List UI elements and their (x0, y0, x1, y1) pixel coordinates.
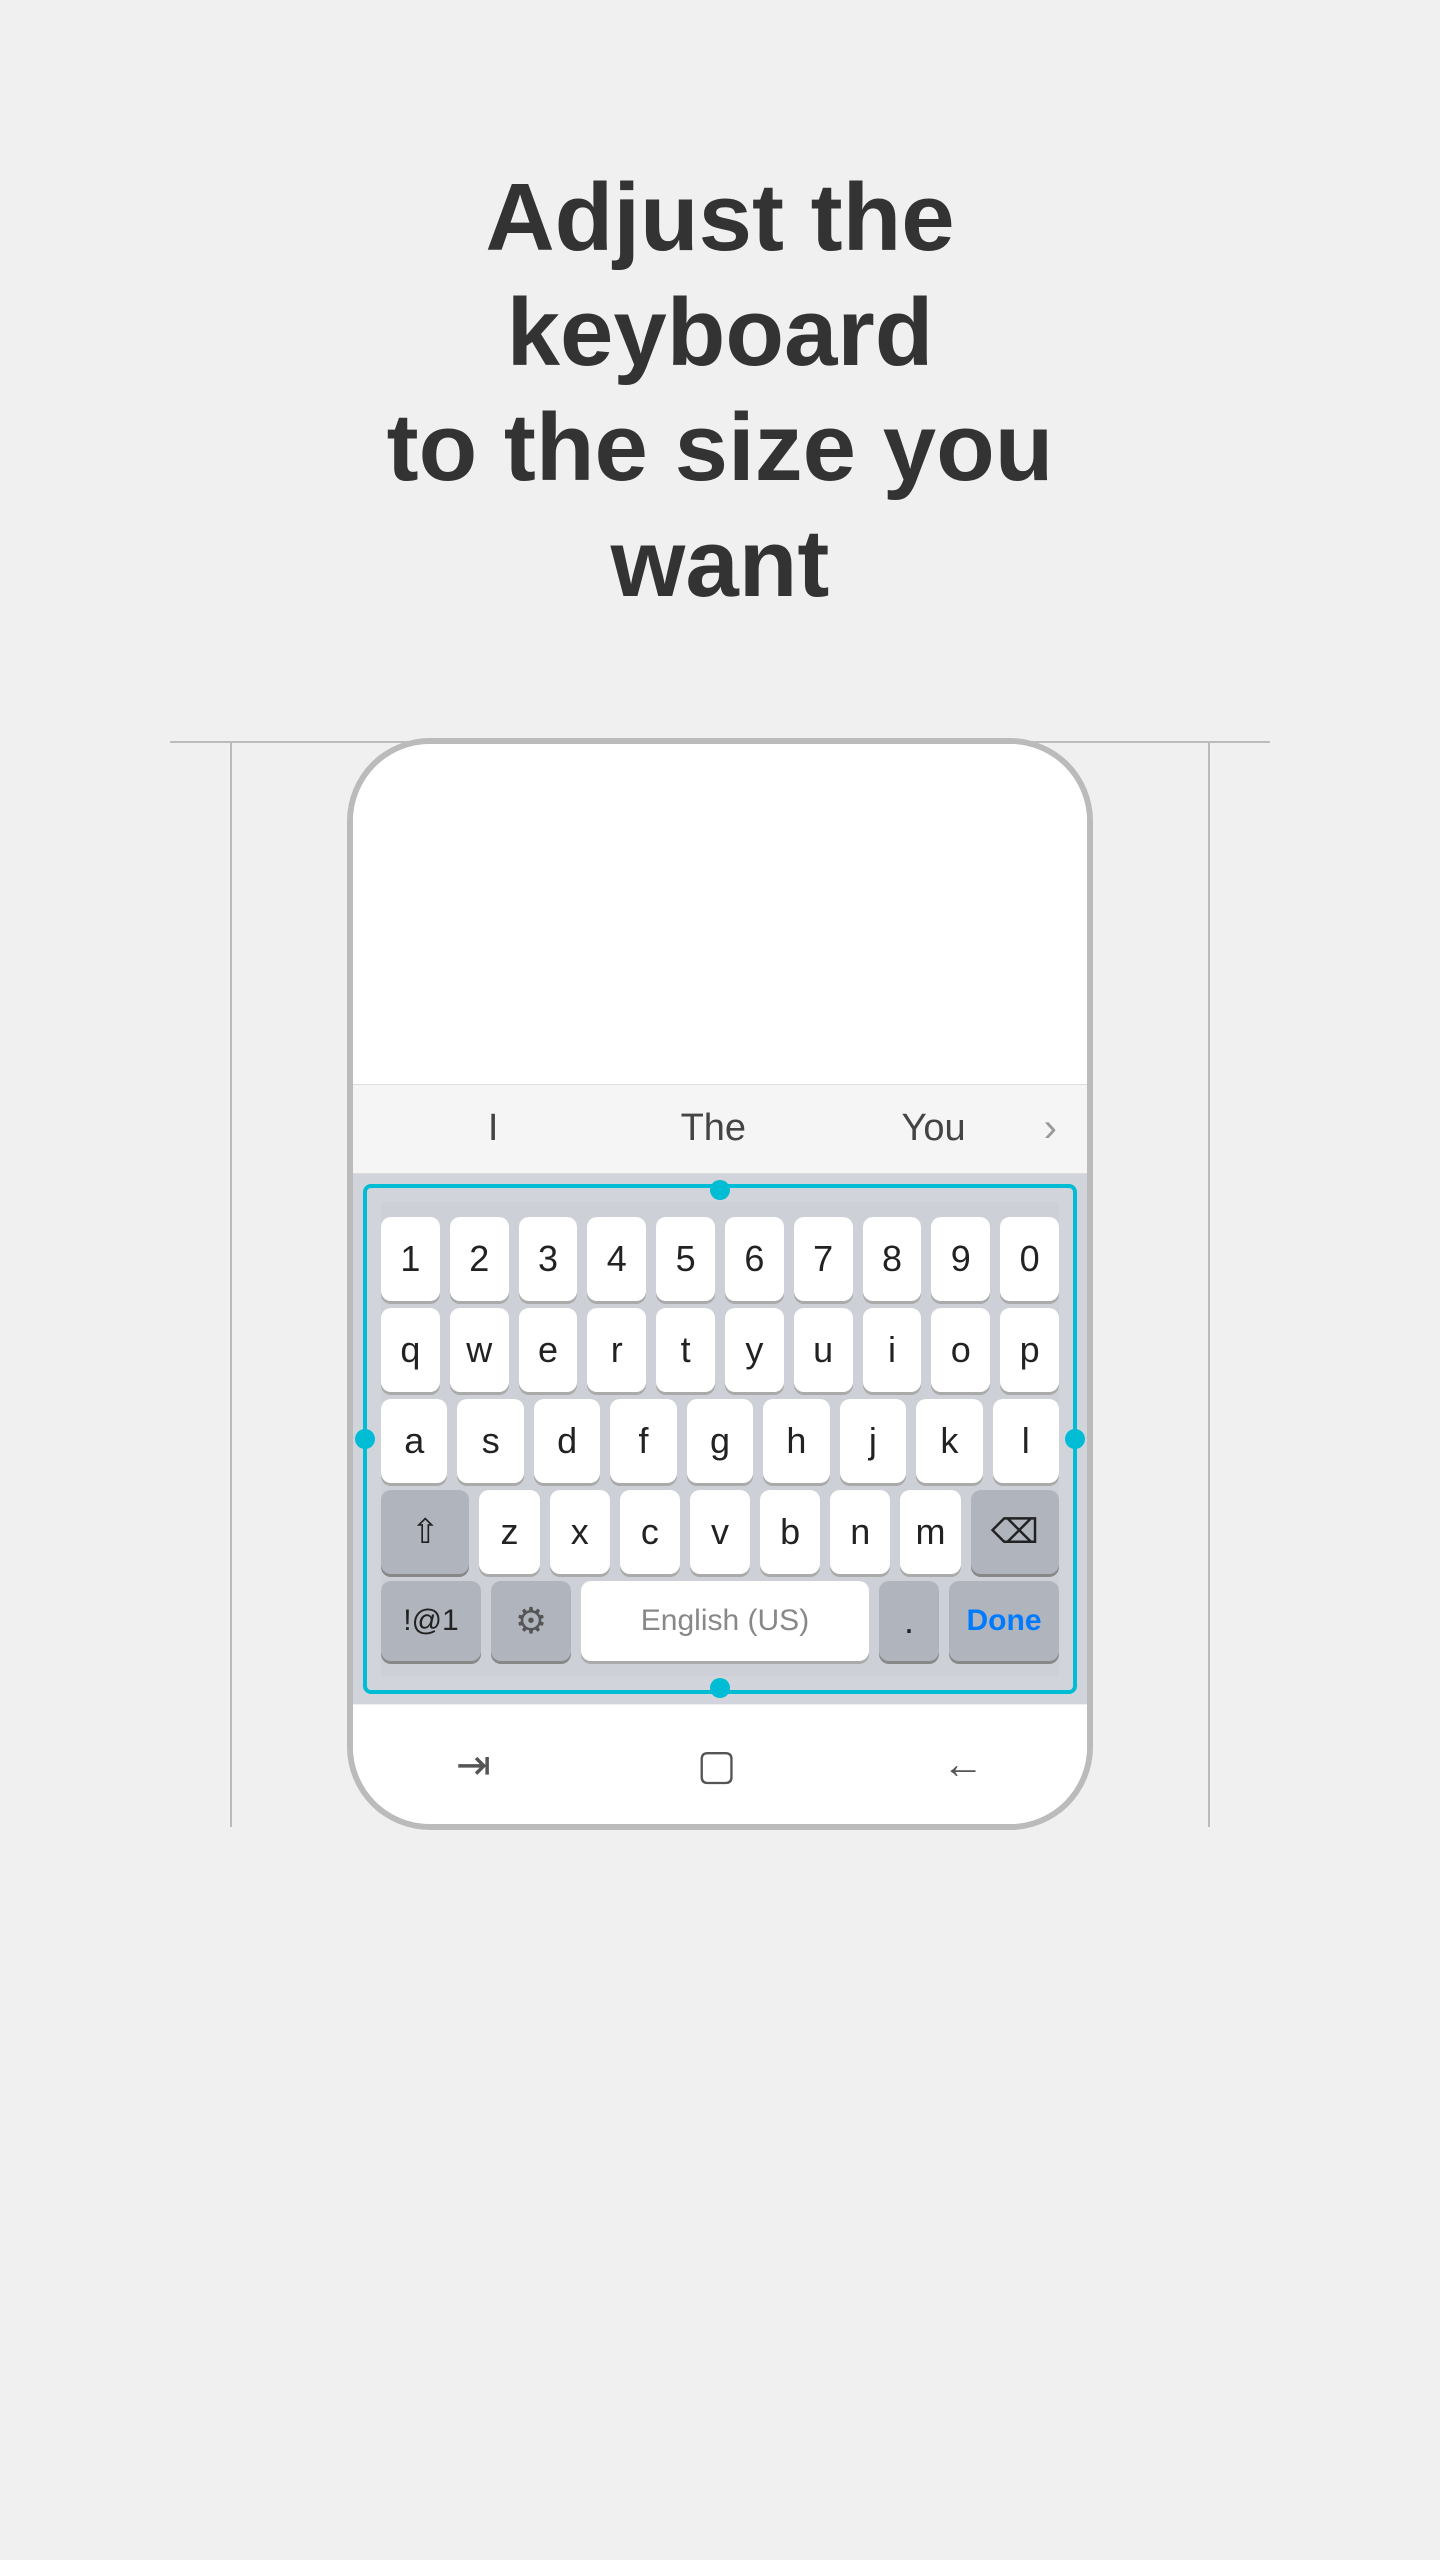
title-line2: to the size you want (387, 394, 1054, 616)
right-guide-line (1208, 741, 1210, 1827)
key-i[interactable]: i (863, 1308, 922, 1392)
back-button[interactable]: ← (942, 1740, 984, 1788)
autocomplete-item-3[interactable]: You (823, 1107, 1043, 1150)
phone-container: I The You › 1 2 3 4 (170, 741, 1270, 1827)
resize-handle-bottom[interactable] (710, 1678, 730, 1698)
key-h[interactable]: h (763, 1399, 829, 1483)
key-0[interactable]: 0 (1000, 1217, 1059, 1301)
left-guide-line (230, 741, 232, 1827)
key-e[interactable]: e (519, 1308, 578, 1392)
key-q[interactable]: q (381, 1308, 440, 1392)
key-s[interactable]: s (457, 1399, 523, 1483)
keyboard-wrapper: 1 2 3 4 5 6 7 8 9 0 q w (353, 1174, 1087, 1704)
key-8[interactable]: 8 (863, 1217, 922, 1301)
keyboard-row-numbers: 1 2 3 4 5 6 7 8 9 0 (381, 1217, 1059, 1301)
title-section: Adjust the keyboard to the size you want (270, 160, 1170, 621)
key-c[interactable]: c (620, 1490, 680, 1574)
keyboard-row-q: q w e r t y u i o p (381, 1308, 1059, 1392)
shift-key[interactable]: ⇧ (381, 1490, 469, 1574)
phone-screen-top (353, 744, 1087, 1084)
key-o[interactable]: o (931, 1308, 990, 1392)
key-3[interactable]: 3 (519, 1217, 578, 1301)
key-v[interactable]: v (690, 1490, 750, 1574)
key-r[interactable]: r (587, 1308, 646, 1392)
symbols-key[interactable]: !@1 (381, 1581, 481, 1661)
page-title: Adjust the keyboard to the size you want (270, 160, 1170, 621)
key-2[interactable]: 2 (450, 1217, 509, 1301)
phone-mockup: I The You › 1 2 3 4 (350, 741, 1090, 1827)
key-j[interactable]: j (840, 1399, 906, 1483)
key-k[interactable]: k (916, 1399, 982, 1483)
resize-handle-right[interactable] (1065, 1429, 1085, 1449)
key-t[interactable]: t (656, 1308, 715, 1392)
space-key[interactable]: English (US) (581, 1581, 869, 1661)
delete-key[interactable]: ⌫ (971, 1490, 1059, 1574)
keyboard-row-a: a s d f g h j k l (381, 1399, 1059, 1483)
done-key[interactable]: Done (949, 1581, 1059, 1661)
key-9[interactable]: 9 (931, 1217, 990, 1301)
key-1[interactable]: 1 (381, 1217, 440, 1301)
key-5[interactable]: 5 (656, 1217, 715, 1301)
key-f[interactable]: f (610, 1399, 676, 1483)
settings-key[interactable]: ⚙ (491, 1581, 571, 1661)
key-x[interactable]: x (550, 1490, 610, 1574)
autocomplete-item-1[interactable]: I (383, 1107, 603, 1150)
key-a[interactable]: a (381, 1399, 447, 1483)
key-n[interactable]: n (830, 1490, 890, 1574)
key-7[interactable]: 7 (794, 1217, 853, 1301)
key-u[interactable]: u (794, 1308, 853, 1392)
key-y[interactable]: y (725, 1308, 784, 1392)
recent-apps-button[interactable]: ⇥ (456, 1740, 491, 1789)
resize-handle-top[interactable] (710, 1180, 730, 1200)
resize-handle-left[interactable] (355, 1429, 375, 1449)
key-z[interactable]: z (479, 1490, 539, 1574)
key-4[interactable]: 4 (587, 1217, 646, 1301)
autocomplete-item-2[interactable]: The (603, 1107, 823, 1150)
keyboard-row-z: ⇧ z x c v b n m ⌫ (381, 1490, 1059, 1574)
keyboard-bottom-row: !@1 ⚙ English (US) . Done (381, 1581, 1059, 1661)
key-m[interactable]: m (900, 1490, 960, 1574)
autocomplete-bar: I The You › (353, 1084, 1087, 1174)
key-p[interactable]: p (1000, 1308, 1059, 1392)
period-key[interactable]: . (879, 1581, 939, 1661)
key-w[interactable]: w (450, 1308, 509, 1392)
key-6[interactable]: 6 (725, 1217, 784, 1301)
keyboard-resize-border: 1 2 3 4 5 6 7 8 9 0 q w (363, 1184, 1077, 1694)
key-l[interactable]: l (993, 1399, 1059, 1483)
key-b[interactable]: b (760, 1490, 820, 1574)
autocomplete-expand-icon[interactable]: › (1044, 1106, 1057, 1151)
key-d[interactable]: d (534, 1399, 600, 1483)
keyboard-background: 1 2 3 4 5 6 7 8 9 0 q w (381, 1202, 1059, 1676)
title-line1: Adjust the keyboard (485, 164, 954, 386)
home-button[interactable]: ▢ (697, 1740, 737, 1789)
key-g[interactable]: g (687, 1399, 753, 1483)
navigation-bar: ⇥ ▢ ← (353, 1704, 1087, 1824)
